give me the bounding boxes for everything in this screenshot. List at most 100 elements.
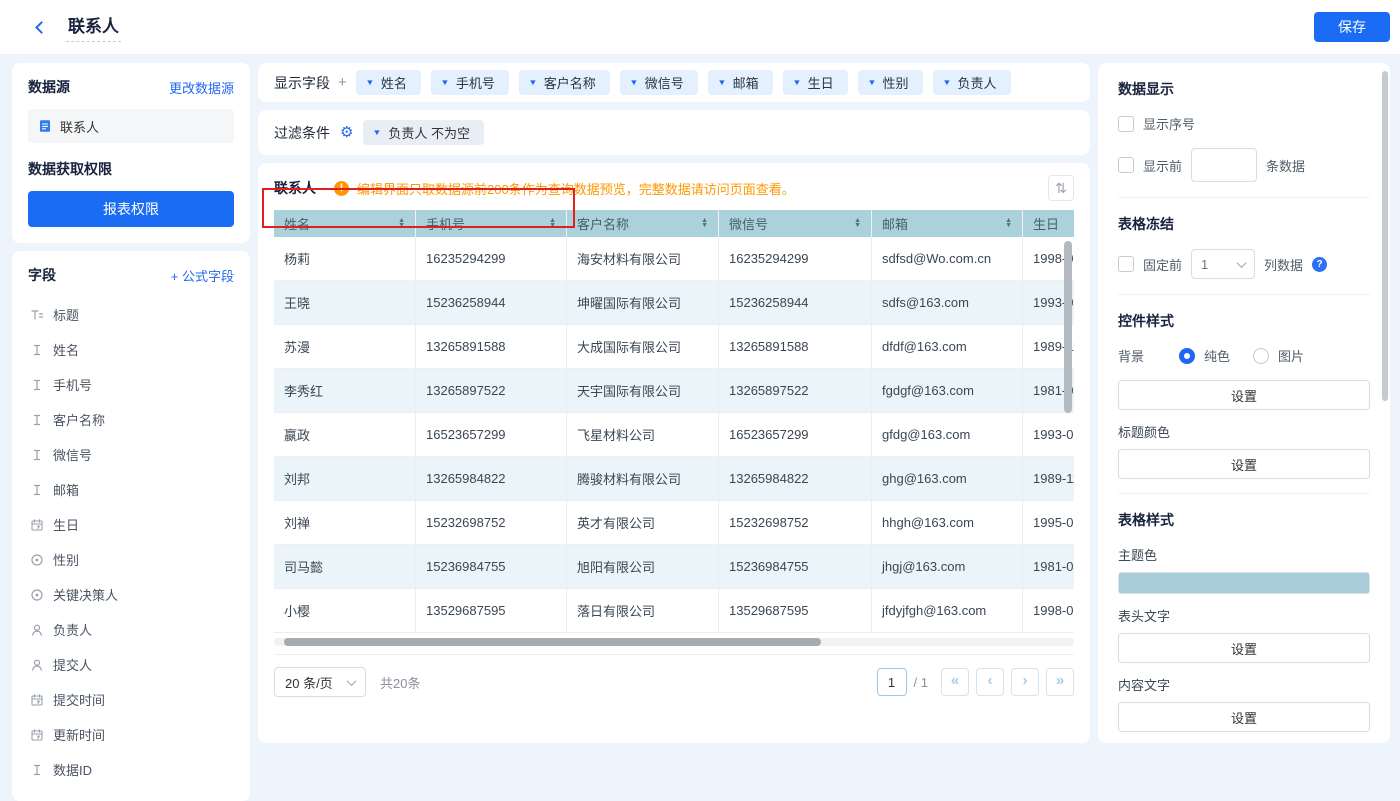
last-page-button[interactable]: »: [1046, 668, 1074, 696]
cell-company: 落日有限公司: [567, 589, 719, 632]
first-page-button[interactable]: «: [941, 668, 969, 696]
background-set-button[interactable]: 设置: [1118, 380, 1370, 410]
scrollbar-thumb[interactable]: [284, 638, 821, 646]
page-title[interactable]: 联系人: [66, 12, 121, 42]
chip-label: 邮箱: [732, 76, 759, 91]
content-text-set-button[interactable]: 设置: [1118, 702, 1370, 732]
next-page-button[interactable]: ›: [1011, 668, 1039, 696]
fix-columns-checkbox[interactable]: [1118, 256, 1134, 272]
column-header-label: 客户名称: [577, 217, 630, 232]
header-text-set-button[interactable]: 设置: [1118, 633, 1370, 663]
table-row[interactable]: 刘禅 15232698752 英才有限公司 15232698752 hhgh@1…: [274, 501, 1074, 545]
sort-order-button[interactable]: ⇅: [1048, 175, 1074, 201]
table-row[interactable]: 苏漫 13265891588 大成国际有限公司 13265891588 dfdf…: [274, 325, 1074, 369]
divider: [1118, 294, 1370, 295]
table-row[interactable]: 司马懿 15236984755 旭阳有限公司 15236984755 jhgj@…: [274, 545, 1074, 589]
display-field-chip[interactable]: ▼ 性别: [857, 70, 923, 95]
settings-panel: 数据显示 显示序号 显示前 条数据 表格冻结 固定前 1 列数据 ? 控件样式 …: [1098, 63, 1390, 743]
field-item[interactable]: 微信号: [28, 437, 234, 472]
table-row[interactable]: 杨莉 16235294299 海安材料有限公司 16235294299 sdfs…: [274, 237, 1074, 281]
report-permission-button[interactable]: 报表权限: [28, 191, 234, 227]
save-button[interactable]: 保存: [1314, 12, 1390, 42]
field-item[interactable]: 提交人: [28, 647, 234, 682]
field-item[interactable]: 性别: [28, 542, 234, 577]
chip-label: 性别: [882, 76, 909, 91]
sort-icon[interactable]: ▲ ▼: [1005, 217, 1012, 228]
panel-scrollbar[interactable]: [1382, 71, 1388, 401]
horizontal-scrollbar[interactable]: [274, 638, 1074, 646]
display-field-chip[interactable]: ▼ 姓名: [356, 70, 421, 95]
show-index-checkbox[interactable]: [1118, 115, 1134, 132]
cell-email: gfdg@163.com: [872, 413, 1023, 456]
sort-icon[interactable]: ▲ ▼: [549, 217, 556, 228]
datasource-item[interactable]: 联系人: [28, 109, 234, 143]
warning-icon: !: [334, 180, 349, 196]
display-field-chip[interactable]: ▼ 微信号: [619, 70, 698, 95]
column-header[interactable]: 姓名 ▲ ▼: [274, 210, 416, 237]
table-row[interactable]: 王晓 15236258944 坤曜国际有限公司 15236258944 sdfs…: [274, 281, 1074, 325]
table-row[interactable]: 刘邦 13265984822 腾骏材料有限公司 13265984822 ghg@…: [274, 457, 1074, 501]
cell-name: 苏漫: [274, 325, 416, 368]
cell-birthday: 1981-06: [1023, 545, 1074, 588]
sort-icon[interactable]: ▲ ▼: [398, 217, 405, 228]
calendar-icon: [30, 728, 44, 742]
field-label: 微信号: [53, 448, 93, 463]
image-radio[interactable]: [1253, 347, 1270, 364]
page-input[interactable]: 1: [876, 668, 907, 696]
column-header[interactable]: 手机号 ▲ ▼: [416, 210, 567, 237]
column-header-label: 邮箱: [882, 217, 909, 232]
field-item[interactable]: 负责人: [28, 612, 234, 647]
display-field-chip[interactable]: ▼ 手机号: [430, 70, 509, 95]
field-item[interactable]: 手机号: [28, 367, 234, 402]
field-item[interactable]: 提交时间: [28, 682, 234, 717]
display-field-chip[interactable]: ▼ 负责人: [932, 70, 1011, 95]
vertical-scrollbar[interactable]: [1064, 241, 1072, 413]
gear-icon[interactable]: ⚙: [340, 125, 353, 140]
display-field-chip[interactable]: ▼ 邮箱: [707, 70, 773, 95]
display-field-chip[interactable]: ▼ 客户名称: [518, 70, 610, 95]
field-label: 生日: [53, 518, 80, 533]
field-item[interactable]: 生日: [28, 507, 234, 542]
field-item[interactable]: 数据ID: [28, 752, 234, 787]
filter-chip-label: 负责人 不为空: [388, 126, 470, 141]
change-datasource-link[interactable]: 更改数据源: [169, 78, 234, 97]
title-color-set-button[interactable]: 设置: [1118, 449, 1370, 479]
field-item[interactable]: 标题: [28, 297, 234, 332]
title-color-label: 标题颜色: [1118, 425, 1171, 440]
display-field-chip[interactable]: ▼ 生日: [782, 70, 848, 95]
cell-company: 飞星材料公司: [567, 413, 719, 456]
cell-email: jfdyjfgh@163.com: [872, 589, 1023, 632]
text-icon: [30, 378, 44, 392]
page-size-select[interactable]: 20 条/页: [274, 667, 366, 697]
column-header[interactable]: 微信号 ▲ ▼: [719, 210, 872, 237]
chevron-down-icon: ▼: [717, 77, 727, 87]
fix-count-select[interactable]: 1: [1191, 249, 1256, 279]
main-area: 数据源 更改数据源 联系人 数据获取权限 报表权限 字段 + 公式字段 标题 姓…: [0, 55, 1400, 801]
field-item[interactable]: 姓名: [28, 332, 234, 367]
prev-page-button[interactable]: ‹: [976, 668, 1004, 696]
solid-color-radio[interactable]: [1179, 347, 1195, 364]
add-formula-field-link[interactable]: + 公式字段: [171, 266, 234, 285]
field-item[interactable]: 关键决策人: [28, 577, 234, 612]
sort-icon[interactable]: ▲ ▼: [701, 217, 708, 228]
column-header[interactable]: 邮箱 ▲ ▼: [872, 210, 1023, 237]
field-item[interactable]: 客户名称: [28, 402, 234, 437]
cell-wechat: 13265891588: [719, 325, 872, 368]
theme-color-swatch[interactable]: [1118, 572, 1370, 594]
column-header[interactable]: 生日 ▲▼: [1023, 210, 1074, 237]
help-icon[interactable]: ?: [1312, 256, 1328, 272]
table-row[interactable]: 小樱 13529687595 落日有限公司 13529687595 jfdyjf…: [274, 589, 1074, 633]
divider: [1118, 197, 1370, 198]
column-header[interactable]: 客户名称 ▲ ▼: [567, 210, 719, 237]
field-item[interactable]: 更新时间: [28, 717, 234, 752]
column-header-label: 姓名: [284, 217, 311, 232]
filter-chip[interactable]: ▼ 负责人 不为空: [363, 120, 484, 145]
show-first-checkbox[interactable]: [1118, 157, 1134, 173]
back-button[interactable]: [28, 16, 50, 38]
field-item[interactable]: 邮箱: [28, 472, 234, 507]
table-row[interactable]: 嬴政 16523657299 飞星材料公司 16523657299 gfdg@1…: [274, 413, 1074, 457]
row-count-input[interactable]: [1191, 148, 1258, 182]
table-row[interactable]: 李秀红 13265897522 天宇国际有限公司 13265897522 fgd…: [274, 369, 1074, 413]
sort-icon[interactable]: ▲ ▼: [854, 217, 861, 228]
add-display-field-button[interactable]: +: [338, 75, 347, 90]
